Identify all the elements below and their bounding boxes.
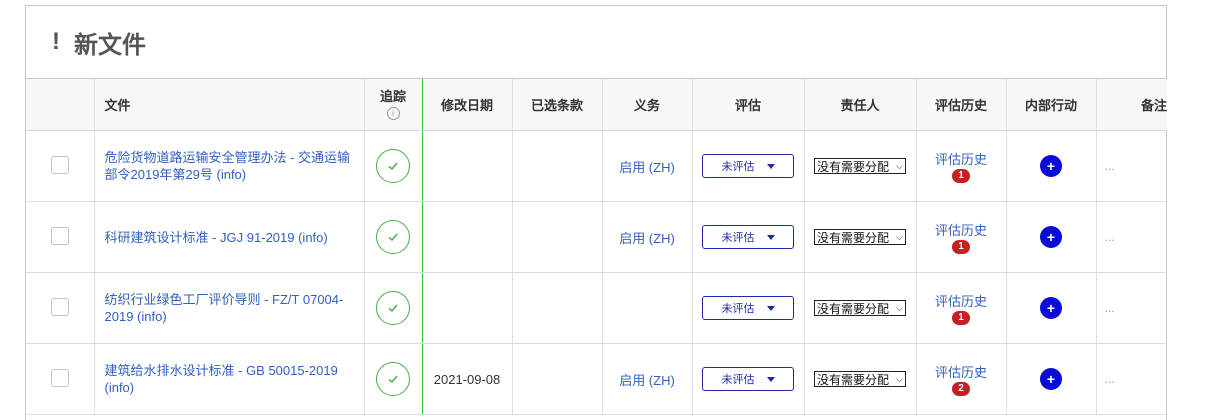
owner-select-value: 没有需要分配	[817, 301, 890, 316]
table-header-row: 文件 追踪 i 修改日期 已选条款 义务 评估 责任人 评估历史 内部行动 备注	[26, 79, 1167, 131]
history-column-header: 评估历史	[916, 79, 1007, 131]
eval-column-header: 评估	[692, 79, 805, 131]
selected-clauses	[512, 343, 603, 415]
row-checkbox[interactable]	[50, 297, 69, 316]
owner-select[interactable]: 没有需要分配 ⌵	[814, 158, 906, 174]
row-checkbox[interactable]	[50, 155, 69, 174]
eval-dropdown-button[interactable]: 未评估	[702, 225, 794, 249]
action-column-header: 内部行动	[1006, 79, 1097, 131]
caret-down-icon	[766, 376, 775, 382]
selected-clauses	[512, 130, 603, 202]
check-circle-icon[interactable]	[376, 220, 410, 254]
select-column-header	[26, 79, 95, 131]
notes-cell[interactable]: ...	[1096, 272, 1167, 344]
add-action-button[interactable]: +	[1040, 297, 1062, 319]
chevron-down-icon: ⌵	[896, 231, 903, 242]
history-count-badge: 1	[951, 240, 970, 254]
duty-link[interactable]: 启用 (ZH)	[619, 231, 675, 246]
file-link[interactable]: 建筑给水排水设计标准 - GB 50015-2019 (info)	[105, 362, 356, 396]
duty-link[interactable]: 启用 (ZH)	[619, 373, 675, 388]
chevron-down-icon: ⌵	[896, 302, 903, 313]
file-column-header: 文件	[94, 79, 365, 131]
new-files-panel: ! 新文件 文件 追踪 i 修改日期 已选条款 义务 评估 责任人 评估历史 内…	[25, 5, 1167, 420]
modified-date	[422, 201, 513, 273]
chevron-down-icon: ⌵	[896, 373, 903, 384]
alert-icon: !	[52, 28, 60, 55]
eval-label: 未评估	[721, 374, 755, 386]
duty-column-header: 义务	[602, 79, 693, 131]
file-link[interactable]: 纺织行业绿色工厂评价导则 - FZ/T 07004-2019 (info)	[105, 291, 356, 325]
history-link[interactable]: 评估历史	[935, 149, 987, 168]
row-checkbox[interactable]	[50, 226, 69, 245]
panel-header: ! 新文件	[26, 6, 1166, 79]
notes-column-header: 备注	[1096, 79, 1167, 131]
owner-select[interactable]: 没有需要分配 ⌵	[814, 229, 906, 245]
owner-column-header: 责任人	[804, 79, 917, 131]
table-row: 建筑给水排水设计标准 - GB 50015-2019 (info) 2021-0…	[26, 343, 1167, 415]
caret-down-icon	[766, 234, 775, 240]
duty-link[interactable]: 启用 (ZH)	[619, 160, 675, 175]
owner-select-value: 没有需要分配	[817, 159, 890, 174]
row-checkbox[interactable]	[50, 368, 69, 387]
modified-date	[422, 272, 513, 344]
eval-dropdown-button[interactable]: 未评估	[702, 367, 794, 391]
file-link[interactable]: 危险货物道路运输安全管理办法 - 交通运输部令2019年第29号 (info)	[105, 149, 356, 183]
check-circle-icon[interactable]	[376, 149, 410, 183]
history-count-badge: 2	[951, 382, 970, 396]
history-count-badge: 1	[951, 169, 970, 183]
eval-label: 未评估	[721, 232, 755, 244]
history-link[interactable]: 评估历史	[935, 220, 987, 239]
owner-select[interactable]: 没有需要分配 ⌵	[814, 371, 906, 387]
history-count-badge: 1	[951, 311, 970, 325]
selected-column-header: 已选条款	[512, 79, 603, 131]
panel-title: 新文件	[74, 31, 146, 59]
eval-label: 未评估	[721, 161, 755, 173]
table-row: 危险货物道路运输安全管理办法 - 交通运输部令2019年第29号 (info) …	[26, 130, 1167, 202]
info-icon[interactable]: i	[386, 106, 400, 120]
track-column-header: 追踪 i	[364, 79, 423, 131]
check-circle-icon[interactable]	[376, 291, 410, 325]
check-circle-icon[interactable]	[376, 362, 410, 396]
add-action-button[interactable]: +	[1040, 155, 1062, 177]
modified-date: 2021-09-08	[422, 343, 513, 415]
eval-dropdown-button[interactable]: 未评估	[702, 154, 794, 178]
owner-select[interactable]: 没有需要分配 ⌵	[814, 300, 906, 316]
selected-clauses	[512, 272, 603, 344]
files-table: 文件 追踪 i 修改日期 已选条款 义务 评估 责任人 评估历史 内部行动 备注…	[26, 79, 1167, 415]
selected-clauses	[512, 201, 603, 273]
eval-dropdown-button[interactable]: 未评估	[702, 296, 794, 320]
table-row: 纺织行业绿色工厂评价导则 - FZ/T 07004-2019 (info) 未评…	[26, 272, 1167, 344]
caret-down-icon	[766, 163, 775, 169]
history-link[interactable]: 评估历史	[935, 291, 987, 310]
notes-cell[interactable]: ...	[1096, 201, 1167, 273]
owner-select-value: 没有需要分配	[817, 230, 890, 245]
modified-date	[422, 130, 513, 202]
eval-label: 未评估	[721, 303, 755, 315]
caret-down-icon	[766, 305, 775, 311]
file-link[interactable]: 科研建筑设计标准 - JGJ 91-2019 (info)	[105, 229, 356, 246]
table-row: 科研建筑设计标准 - JGJ 91-2019 (info) 启用 (ZH) 未评…	[26, 201, 1167, 273]
add-action-button[interactable]: +	[1040, 226, 1062, 248]
notes-cell[interactable]: ...	[1096, 130, 1167, 202]
history-link[interactable]: 评估历史	[935, 362, 987, 381]
modified-column-header: 修改日期	[422, 79, 513, 131]
add-action-button[interactable]: +	[1040, 368, 1062, 390]
track-header-label: 追踪	[379, 88, 406, 104]
notes-cell[interactable]: ...	[1096, 343, 1167, 415]
chevron-down-icon: ⌵	[896, 160, 903, 171]
owner-select-value: 没有需要分配	[817, 372, 890, 387]
